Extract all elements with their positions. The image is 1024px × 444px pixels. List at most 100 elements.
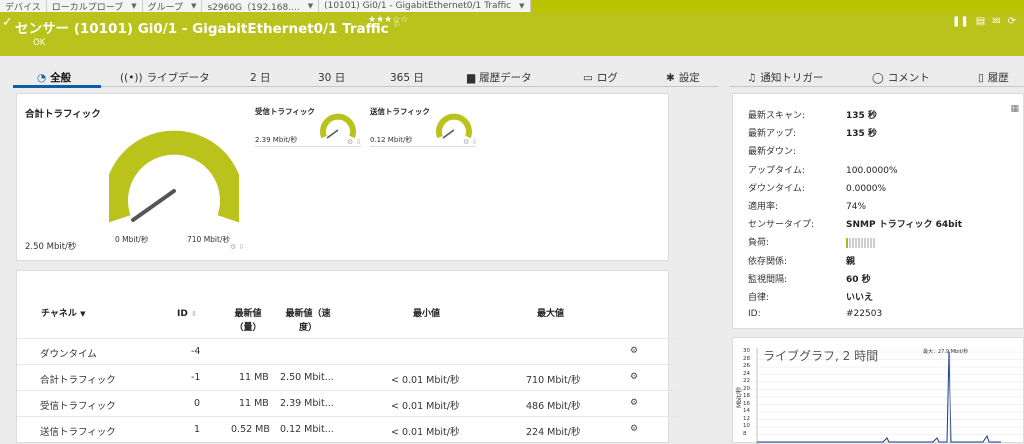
channel-max: 710 Mbit/秒: [526, 375, 581, 386]
channel-speed: 2.39 Mbit...: [280, 398, 334, 409]
breadcrumb: デバイス ローカルプローブ ▼ グループ ▼ s2960G（192.168.... ▼…: [0, 0, 1024, 12]
email-icon[interactable]: ✉: [992, 16, 1000, 27]
tab-overview[interactable]: ◔ 全般: [37, 70, 71, 85]
tab-historic-data[interactable]: ▆ 履歴データ: [467, 70, 532, 85]
tab-2-days[interactable]: 2 日: [250, 70, 271, 85]
y-tick-label: 14: [743, 408, 750, 414]
channel-name: 送信トラフィック: [40, 427, 116, 438]
channel-max: 224 Mbit/秒: [526, 427, 581, 438]
refresh-icon[interactable]: ⟳: [1008, 16, 1016, 27]
total-traffic-gauge: [109, 130, 239, 223]
channel-volume: 11 MB: [239, 372, 269, 383]
gauge-max-label: 710 Mbit/秒: [187, 235, 230, 244]
channel-id: -1: [191, 372, 201, 383]
load-segment: [873, 237, 875, 248]
breadcrumb-item-group[interactable]: グループ ▼: [143, 0, 203, 12]
channel-name: ダウンタイム: [40, 349, 97, 360]
chevron-down-icon[interactable]: ▼: [519, 2, 524, 10]
chevron-down-icon[interactable]: ▼: [131, 2, 136, 10]
sort-desc-icon: ▼: [80, 310, 86, 318]
gear-icon: ✱: [666, 71, 675, 84]
live-graph-panel: 30 28 26 24 22 20 18 16 14 12 10 8 Mbit/秒 ライブグラフ, 2…: [732, 337, 1024, 444]
load-segment: [858, 237, 860, 248]
channel-volume: 0.52 MB: [231, 424, 270, 435]
tab-365-days[interactable]: 365 日: [390, 70, 424, 85]
send-traffic-gauge: [436, 113, 472, 139]
chevron-down-icon[interactable]: ▼: [308, 2, 313, 10]
wrench-icon[interactable]: ⚙: [630, 398, 638, 408]
y-tick-label: 28: [743, 355, 750, 362]
live-icon: ((•)): [120, 71, 143, 84]
tab-notification-triggers[interactable]: ♫ 通知トリガー: [747, 70, 823, 85]
info-row-autonomous: 自律: いいえ: [748, 293, 874, 303]
column-header-id[interactable]: ID ⇕: [177, 307, 197, 321]
tab-30-days[interactable]: 30 日: [318, 70, 345, 85]
tab-settings[interactable]: ✱ 設定: [666, 70, 700, 85]
total-traffic-title: 合計トラフィック: [25, 109, 101, 120]
table-row[interactable]: 受信トラフィック 0 11 MB 2.39 Mbit... < 0.01 Mbi…: [17, 390, 677, 416]
graph-title: ライブグラフ, 2 時間: [763, 349, 879, 363]
load-segment: [849, 237, 851, 248]
y-tick-label: 30: [743, 348, 750, 354]
column-header-min[interactable]: 最小値: [413, 307, 440, 321]
column-header-latest-speed[interactable]: 最新値（速度）: [280, 307, 336, 335]
divider: [255, 146, 361, 147]
load-segment: [855, 237, 857, 248]
channel-min: < 0.01 Mbit/秒: [391, 375, 460, 386]
column-header-channel[interactable]: チャネル ▼: [41, 307, 85, 321]
header-toolbar: ❚❚ ▤ ✉ ⟳: [952, 16, 1016, 27]
page-title: センサー (10101) Gi0/1 - GigabitEthernet0/1 …: [15, 20, 401, 38]
tab-comments[interactable]: ◯ コメント: [872, 70, 930, 85]
info-row-sensor-type: センサータイプ: SNMP トラフィック 64bit: [748, 220, 963, 230]
tab-live-data[interactable]: ((•)) ライブデータ: [120, 70, 210, 85]
gauge-arc: [436, 113, 472, 139]
bell-icon: ♫: [747, 71, 757, 84]
column-header-latest-volume[interactable]: 最新値（量）: [230, 307, 266, 335]
channel-min: < 0.01 Mbit/秒: [391, 427, 460, 438]
channel-name: 合計トラフィック: [40, 375, 116, 386]
gauges-panel: 合計トラフィック 2.50 Mbit/秒 0 Mbit/秒 710 Mbit/秒…: [16, 93, 669, 261]
gauge-settings-icon[interactable]: ⚙ ⇩: [463, 138, 477, 146]
recv-traffic-value: 2.39 Mbit/秒: [255, 136, 298, 144]
load-segment: [846, 237, 848, 248]
channel-speed: 0.12 Mbit...: [280, 424, 334, 435]
tab-divider: [730, 86, 1024, 87]
tab-log[interactable]: ▭ ログ: [583, 70, 618, 85]
breadcrumb-item-local-probe[interactable]: ローカルプローブ ▼: [47, 0, 143, 12]
tab-history[interactable]: ▯ 履歴: [978, 70, 1009, 85]
gauge-min-label: 0 Mbit/秒: [115, 235, 149, 244]
load-segment: [861, 237, 863, 248]
report-icon[interactable]: ▤: [976, 16, 985, 27]
breadcrumb-item-devices[interactable]: デバイス: [0, 0, 47, 12]
info-row-last-up: 最新アップ: 135 秒: [748, 129, 877, 139]
pause-icon[interactable]: ❚❚: [952, 16, 969, 27]
table-row[interactable]: 送信トラフィック 1 0.52 MB 0.12 Mbit... < 0.01 M…: [17, 416, 677, 442]
priority-stars[interactable]: ★★★☆☆: [368, 15, 408, 25]
wrench-icon[interactable]: ⚙: [630, 424, 638, 434]
chevron-down-icon[interactable]: ▼: [191, 2, 196, 10]
channel-max: 486 Mbit/秒: [526, 401, 581, 412]
column-header-max[interactable]: 最大値: [537, 307, 564, 321]
info-row-dependency: 依存関係: 親: [748, 257, 856, 267]
gauge-settings-icon[interactable]: ⚙ ⇩: [230, 243, 244, 251]
wrench-icon[interactable]: ⚙: [630, 346, 638, 356]
wrench-icon[interactable]: ⚙: [630, 372, 638, 382]
sensor-header: ✓ センサー (10101) Gi0/1 - GigabitEthernet0/…: [0, 12, 1024, 56]
info-row-load: 負荷:: [748, 235, 875, 248]
gauge-needle: [442, 129, 455, 139]
qr-code-icon[interactable]: ▦: [1010, 104, 1019, 114]
breadcrumb-item-device[interactable]: s2960G（192.168.... ▼: [202, 0, 320, 12]
load-segment: [852, 237, 854, 248]
table-row[interactable]: ダウンタイム -4 ⚙: [17, 338, 677, 364]
y-tick-label: 12: [743, 415, 750, 422]
total-traffic-value: 2.50 Mbit/秒: [25, 242, 77, 252]
gauge-settings-icon[interactable]: ⚙ ⇩: [347, 138, 361, 146]
graph-grid: [757, 351, 1023, 435]
y-axis-label: Mbit/秒: [736, 386, 743, 408]
breadcrumb-item-sensor[interactable]: (10101) Gi0/1 - GigabitEthernet0/1 Traff…: [319, 0, 531, 12]
y-tick-label: 10: [743, 423, 750, 429]
recv-traffic-gauge: [320, 113, 356, 139]
table-row[interactable]: 合計トラフィック -1 11 MB 2.50 Mbit... < 0.01 Mb…: [17, 364, 677, 390]
y-tick-label: 16: [743, 400, 750, 407]
load-segment: [864, 237, 866, 248]
